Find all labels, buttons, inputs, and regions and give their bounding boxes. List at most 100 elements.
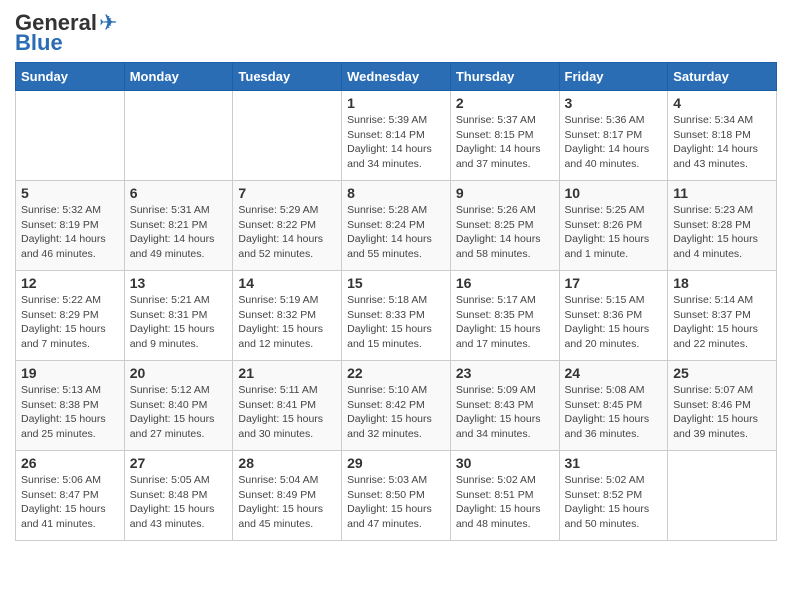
col-header-sunday: Sunday [16,63,125,91]
day-number: 10 [565,185,663,201]
col-header-wednesday: Wednesday [342,63,451,91]
calendar-cell: 29 Sunrise: 5:03 AM Sunset: 8:50 PM Dayli… [342,451,451,541]
day-info: Sunrise: 5:25 AM Sunset: 8:26 PM Dayligh… [565,203,663,262]
day-number: 18 [673,275,771,291]
calendar-cell: 25Sunrise: 5:07 AM Sunset: 8:46 PM Dayli… [668,361,777,451]
day-number: 7 [238,185,336,201]
day-number: 3 [565,95,663,111]
calendar-cell: 8 Sunrise: 5:28 AM Sunset: 8:24 PM Daylig… [342,181,451,271]
day-number: 9 [456,185,554,201]
day-number: 31 [565,455,663,471]
calendar-cell: 5 Sunrise: 5:32 AM Sunset: 8:19 PM Daylig… [16,181,125,271]
calendar-cell: 7 Sunrise: 5:29 AM Sunset: 8:22 PM Daylig… [233,181,342,271]
calendar-cell: 19 Sunrise: 5:13 AM Sunset: 8:38 PM Dayli… [16,361,125,451]
day-number: 19 [21,365,119,381]
calendar-cell: 16 Sunrise: 5:17 AM Sunset: 8:35 PM Dayli… [450,271,559,361]
day-info: Sunrise: 5:22 AM Sunset: 8:29 PM Dayligh… [21,293,119,352]
day-number: 4 [673,95,771,111]
day-info: Sunrise: 5:02 AM Sunset: 8:51 PM Dayligh… [456,473,554,532]
day-info: Sunrise: 5:31 AM Sunset: 8:21 PM Dayligh… [130,203,228,262]
calendar-cell: 18 Sunrise: 5:14 AM Sunset: 8:37 PM Dayli… [668,271,777,361]
col-header-thursday: Thursday [450,63,559,91]
day-info: Sunrise: 5:05 AM Sunset: 8:48 PM Dayligh… [130,473,228,532]
day-info: Sunrise: 5:13 AM Sunset: 8:38 PM Dayligh… [21,383,119,442]
day-info: Sunrise: 5:18 AM Sunset: 8:33 PM Dayligh… [347,293,445,352]
col-header-tuesday: Tuesday [233,63,342,91]
day-number: 8 [347,185,445,201]
day-number: 2 [456,95,554,111]
calendar-cell: 21 Sunrise: 5:11 AM Sunset: 8:41 PM Dayli… [233,361,342,451]
day-number: 26 [21,455,119,471]
day-number: 20 [130,365,228,381]
day-info: Sunrise: 5:28 AM Sunset: 8:24 PM Dayligh… [347,203,445,262]
calendar-cell: 13 Sunrise: 5:21 AM Sunset: 8:31 PM Dayli… [124,271,233,361]
day-info: Sunrise: 5:37 AM Sunset: 8:15 PM Dayligh… [456,113,554,172]
day-info: Sunrise: 5:15 AM Sunset: 8:36 PM Dayligh… [565,293,663,352]
day-number: 12 [21,275,119,291]
day-number: 24 [565,365,663,381]
day-info: Sunrise: 5:02 AM Sunset: 8:52 PM Dayligh… [565,473,663,532]
calendar-cell: 17 Sunrise: 5:15 AM Sunset: 8:36 PM Dayli… [559,271,668,361]
calendar-cell: 27 Sunrise: 5:05 AM Sunset: 8:48 PM Dayli… [124,451,233,541]
col-header-monday: Monday [124,63,233,91]
day-number: 11 [673,185,771,201]
day-info: Sunrise: 5:21 AM Sunset: 8:31 PM Dayligh… [130,293,228,352]
day-number: 1 [347,95,445,111]
day-number: 29 [347,455,445,471]
calendar-cell: 2 Sunrise: 5:37 AM Sunset: 8:15 PM Daylig… [450,91,559,181]
day-number: 6 [130,185,228,201]
calendar-cell: 9 Sunrise: 5:26 AM Sunset: 8:25 PM Daylig… [450,181,559,271]
calendar-cell [16,91,125,181]
day-info: Sunrise: 5:26 AM Sunset: 8:25 PM Dayligh… [456,203,554,262]
day-info: Sunrise: 5:07 AM Sunset: 8:46 PM Dayligh… [673,383,771,442]
logo-blue: Blue [15,30,117,56]
calendar-cell: 31 Sunrise: 5:02 AM Sunset: 8:52 PM Dayli… [559,451,668,541]
calendar-cell: 4 Sunrise: 5:34 AM Sunset: 8:18 PM Daylig… [668,91,777,181]
day-number: 30 [456,455,554,471]
day-info: Sunrise: 5:34 AM Sunset: 8:18 PM Dayligh… [673,113,771,172]
day-number: 27 [130,455,228,471]
day-info: Sunrise: 5:03 AM Sunset: 8:50 PM Dayligh… [347,473,445,532]
calendar-cell: 22 Sunrise: 5:10 AM Sunset: 8:42 PM Dayli… [342,361,451,451]
day-number: 5 [21,185,119,201]
day-number: 17 [565,275,663,291]
day-info: Sunrise: 5:39 AM Sunset: 8:14 PM Dayligh… [347,113,445,172]
calendar-table: SundayMondayTuesdayWednesdayThursdayFrid… [15,62,777,541]
calendar-cell [124,91,233,181]
calendar-cell [668,451,777,541]
calendar-cell: 10 Sunrise: 5:25 AM Sunset: 8:26 PM Dayli… [559,181,668,271]
day-number: 21 [238,365,336,381]
day-info: Sunrise: 5:32 AM Sunset: 8:19 PM Dayligh… [21,203,119,262]
day-number: 14 [238,275,336,291]
calendar-cell: 20 Sunrise: 5:12 AM Sunset: 8:40 PM Dayli… [124,361,233,451]
day-info: Sunrise: 5:11 AM Sunset: 8:41 PM Dayligh… [238,383,336,442]
day-info: Sunrise: 5:29 AM Sunset: 8:22 PM Dayligh… [238,203,336,262]
day-number: 23 [456,365,554,381]
calendar-cell: 26 Sunrise: 5:06 AM Sunset: 8:47 PM Dayli… [16,451,125,541]
calendar-cell: 23Sunrise: 5:09 AM Sunset: 8:43 PM Dayli… [450,361,559,451]
day-info: Sunrise: 5:14 AM Sunset: 8:37 PM Dayligh… [673,293,771,352]
calendar-cell: 15 Sunrise: 5:18 AM Sunset: 8:33 PM Dayli… [342,271,451,361]
col-header-friday: Friday [559,63,668,91]
col-header-saturday: Saturday [668,63,777,91]
logo: General ✈ Blue [15,10,117,56]
day-number: 15 [347,275,445,291]
day-info: Sunrise: 5:17 AM Sunset: 8:35 PM Dayligh… [456,293,554,352]
day-number: 22 [347,365,445,381]
calendar-cell: 30 Sunrise: 5:02 AM Sunset: 8:51 PM Dayli… [450,451,559,541]
day-info: Sunrise: 5:23 AM Sunset: 8:28 PM Dayligh… [673,203,771,262]
calendar-cell: 14Sunrise: 5:19 AM Sunset: 8:32 PM Dayli… [233,271,342,361]
calendar-cell: 3 Sunrise: 5:36 AM Sunset: 8:17 PM Daylig… [559,91,668,181]
day-info: Sunrise: 5:08 AM Sunset: 8:45 PM Dayligh… [565,383,663,442]
day-info: Sunrise: 5:10 AM Sunset: 8:42 PM Dayligh… [347,383,445,442]
calendar-cell: 6 Sunrise: 5:31 AM Sunset: 8:21 PM Daylig… [124,181,233,271]
day-number: 16 [456,275,554,291]
day-info: Sunrise: 5:06 AM Sunset: 8:47 PM Dayligh… [21,473,119,532]
calendar-cell: 11 Sunrise: 5:23 AM Sunset: 8:28 PM Dayli… [668,181,777,271]
day-number: 28 [238,455,336,471]
day-info: Sunrise: 5:12 AM Sunset: 8:40 PM Dayligh… [130,383,228,442]
calendar-cell: 24 Sunrise: 5:08 AM Sunset: 8:45 PM Dayli… [559,361,668,451]
day-info: Sunrise: 5:36 AM Sunset: 8:17 PM Dayligh… [565,113,663,172]
day-number: 13 [130,275,228,291]
calendar-cell [233,91,342,181]
